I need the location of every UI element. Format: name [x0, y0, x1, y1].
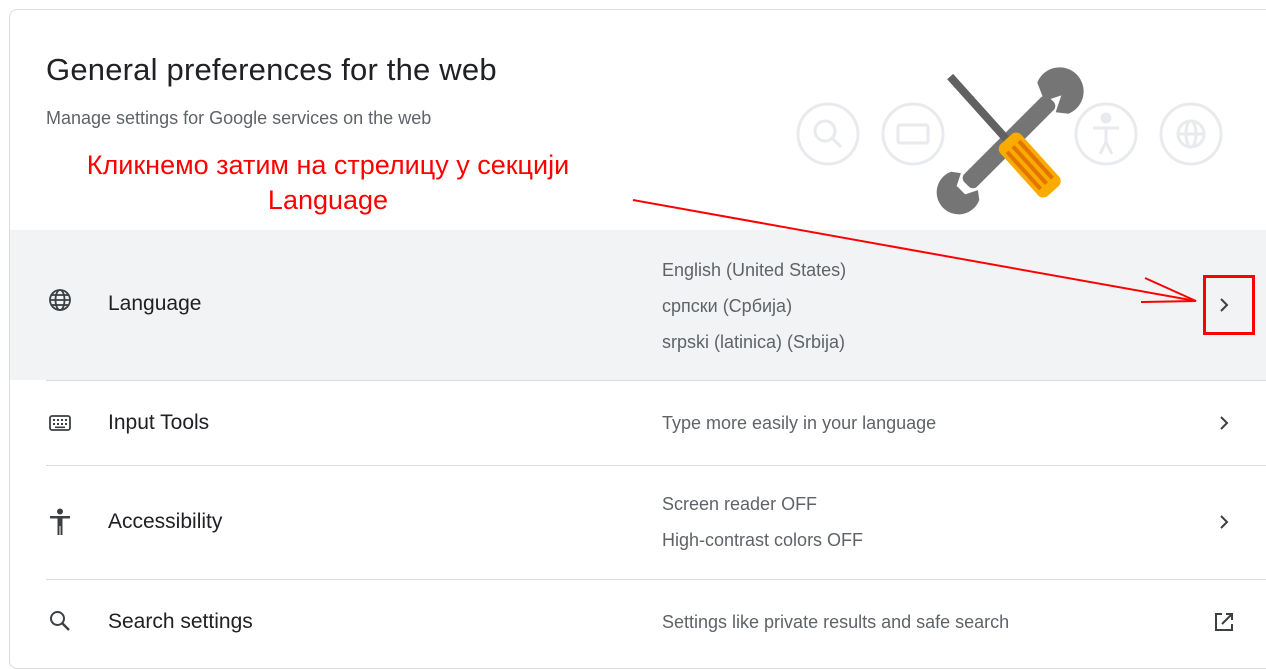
search-settings-row[interactable]: Search settings Settings like private re…: [10, 580, 1266, 660]
keyboard-circle-icon: [881, 102, 945, 166]
globe-icon: [48, 288, 72, 317]
language-values: English (United States) српски (Србија) …: [662, 252, 846, 360]
accessibility-value-2: High-contrast colors OFF: [662, 530, 864, 550]
language-row[interactable]: Language English (United States) српски …: [10, 230, 1266, 380]
tutorial-annotation: Кликнемо затим на стрелицу у секцији Lan…: [38, 148, 618, 218]
input-tools-row[interactable]: Input Tools Type more easily in your lan…: [10, 381, 1266, 465]
search-settings-values: Settings like private results and safe s…: [662, 604, 1009, 640]
language-value-2: српски (Србија): [662, 296, 793, 316]
accessibility-value-1: Screen reader OFF: [662, 494, 818, 514]
accessibility-values: Screen reader OFF High-contrast colors O…: [662, 486, 863, 558]
keyboard-icon: [48, 411, 72, 440]
annotation-line-2: Language: [267, 185, 389, 215]
language-value-1: English (United States): [662, 260, 847, 280]
chevron-highlight-box: [1203, 275, 1255, 335]
input-tools-values: Type more easily in your language: [662, 405, 936, 441]
accessibility-icon: [48, 508, 72, 541]
page-subtitle: Manage settings for Google services on t…: [46, 108, 432, 128]
search-settings-value-1: Settings like private results and safe s…: [662, 612, 1010, 632]
annotation-line-1: Кликнемо затим на стрелицу у секцији: [86, 150, 570, 180]
row-label-accessibility: Accessibility: [108, 510, 223, 533]
row-label-input-tools: Input Tools: [108, 411, 210, 434]
chevron-right-icon[interactable]: [1204, 403, 1244, 443]
tools-illustration: [796, 67, 1223, 215]
input-tools-value-1: Type more easily in your language: [662, 413, 937, 433]
chevron-right-icon[interactable]: [1204, 502, 1244, 542]
accessibility-row[interactable]: Accessibility Screen reader OFF High-con…: [10, 466, 1266, 579]
row-label-search-settings: Search settings: [108, 610, 253, 633]
page-title: General preferences for the web: [46, 52, 497, 87]
open-in-new-icon[interactable]: [1204, 602, 1244, 642]
search-icon: [48, 609, 72, 638]
language-value-3: srpski (latinica) (Srbija): [662, 332, 846, 352]
search-circle-icon: [796, 102, 860, 166]
row-label-language: Language: [108, 292, 202, 315]
